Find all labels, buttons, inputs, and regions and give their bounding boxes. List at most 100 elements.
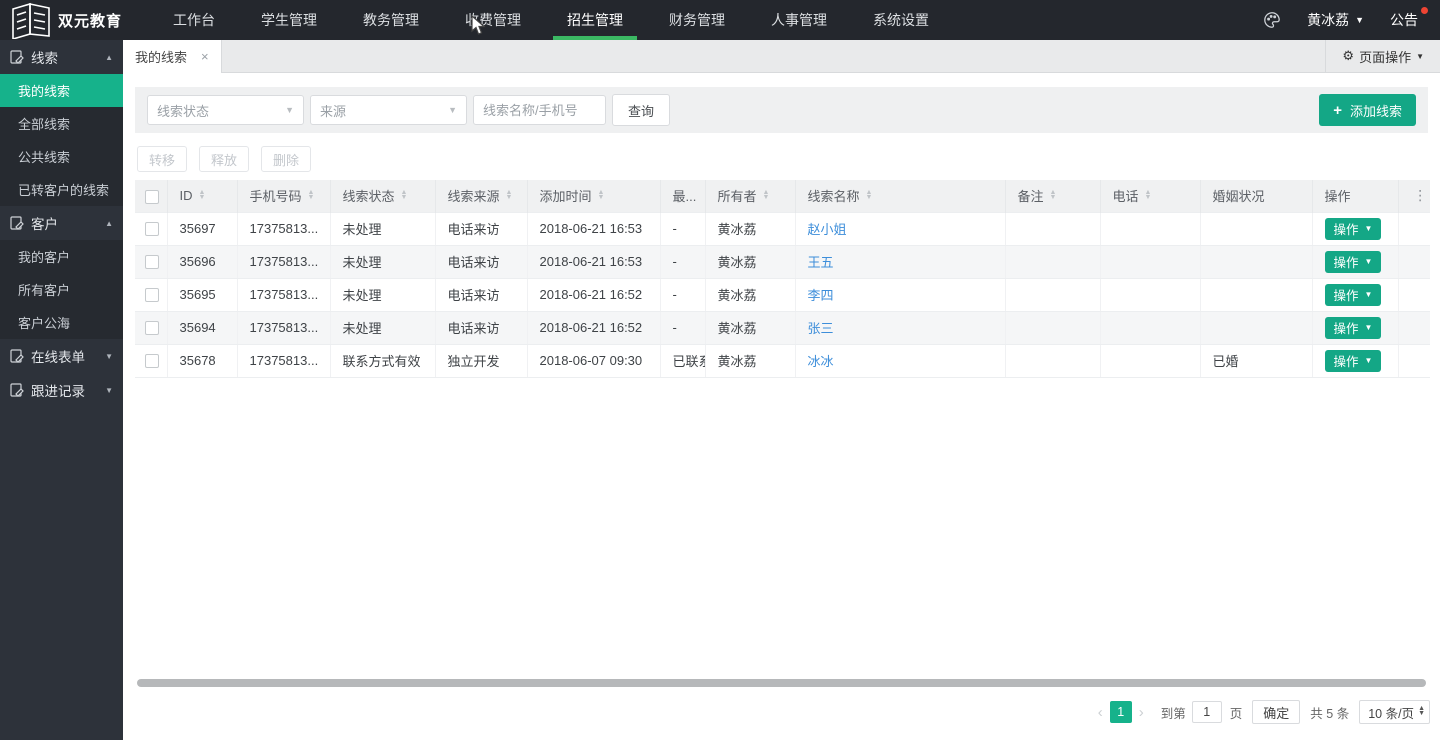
- nav-item-hr[interactable]: 人事管理: [757, 0, 841, 40]
- pagination: ‹ 1 › 到第 页 确定 共 5 条 10 条/页 ▲▼: [1091, 700, 1430, 724]
- table-row: 35678 17375813... 联系方式有效 独立开发 2018-06-07…: [135, 344, 1430, 377]
- col-added-time[interactable]: 添加时间: [540, 186, 592, 205]
- col-source[interactable]: 线索来源: [448, 186, 500, 205]
- search-button[interactable]: 查询: [612, 94, 670, 126]
- tab-bar: 我的线索 × ⚙ 页面操作 ▼: [123, 40, 1440, 73]
- page-number-button[interactable]: 1: [1110, 701, 1132, 723]
- nav-item-finance[interactable]: 财务管理: [655, 0, 739, 40]
- cell-remark: [1005, 344, 1100, 377]
- select-all-checkbox[interactable]: [145, 190, 159, 204]
- sidebar-item-my-customers[interactable]: 我的客户: [0, 240, 123, 273]
- release-button[interactable]: 释放: [199, 146, 249, 172]
- cell-id: 35695: [167, 278, 237, 311]
- form-icon: [10, 50, 24, 64]
- chevron-down-icon: ▼: [1365, 356, 1373, 365]
- row-action-button[interactable]: 操作▼: [1325, 317, 1382, 339]
- nav-item-workbench[interactable]: 工作台: [159, 0, 229, 40]
- cell-status: 未处理: [330, 212, 435, 245]
- row-checkbox[interactable]: [145, 222, 159, 236]
- nav-item-students[interactable]: 学生管理: [247, 0, 331, 40]
- col-id[interactable]: ID: [180, 188, 193, 203]
- page-operations-dropdown[interactable]: ⚙ 页面操作 ▼: [1325, 40, 1440, 72]
- cell-added: 2018-06-21 16:53: [527, 245, 660, 278]
- keyword-input[interactable]: [473, 95, 606, 125]
- sidebar-item-all-leads[interactable]: 全部线索: [0, 107, 123, 140]
- lead-status-select[interactable]: 线索状态 ▼: [147, 95, 304, 125]
- row-action-button[interactable]: 操作▼: [1325, 284, 1382, 306]
- cell-owner: 黄冰荔: [705, 278, 795, 311]
- row-action-button[interactable]: 操作▼: [1325, 251, 1382, 273]
- sidebar-group-leads[interactable]: 线索 ▲: [0, 40, 123, 74]
- spinner-icon: ▲▼: [1418, 707, 1425, 717]
- row-checkbox[interactable]: [145, 255, 159, 269]
- cell-last: -: [660, 245, 705, 278]
- sort-icon[interactable]: ▲▼: [763, 191, 770, 200]
- table-header-row: ID▲▼ 手机号码▲▼ 线索状态▲▼ 线索来源▲▼ 添加时间▲▼ 最... 所有…: [135, 180, 1430, 212]
- sort-icon[interactable]: ▲▼: [598, 191, 605, 200]
- lead-name-link[interactable]: 冰冰: [808, 354, 834, 369]
- sidebar-group-online-forms[interactable]: 在线表单 ▼: [0, 339, 123, 373]
- nav-item-fees[interactable]: 收费管理: [451, 0, 535, 40]
- chevron-down-icon: ▼: [1365, 257, 1373, 266]
- row-checkbox[interactable]: [145, 288, 159, 302]
- sort-icon[interactable]: ▲▼: [506, 191, 513, 200]
- cell-marital: [1200, 278, 1312, 311]
- prev-page-icon[interactable]: ‹: [1091, 704, 1110, 721]
- row-action-button[interactable]: 操作▼: [1325, 350, 1382, 372]
- sidebar-group-customers[interactable]: 客户 ▲: [0, 206, 123, 240]
- user-menu[interactable]: 黄冰荔 ▼: [1307, 10, 1364, 30]
- col-tel[interactable]: 电话: [1113, 186, 1139, 205]
- add-lead-button[interactable]: + 添加线索: [1319, 94, 1416, 126]
- theme-palette-icon[interactable]: [1261, 9, 1283, 31]
- close-icon[interactable]: ×: [201, 49, 209, 64]
- col-lead-name[interactable]: 线索名称: [808, 186, 860, 205]
- goto-page-input[interactable]: [1192, 701, 1222, 723]
- sidebar-item-customer-pool[interactable]: 客户公海: [0, 306, 123, 339]
- page-size-select[interactable]: 10 条/页 ▲▼: [1359, 700, 1430, 724]
- column-settings-icon[interactable]: ⋮: [1398, 180, 1430, 212]
- sort-icon[interactable]: ▲▼: [866, 191, 873, 200]
- sidebar-group-label: 客户: [31, 213, 58, 233]
- sidebar-item-public-leads[interactable]: 公共线索: [0, 140, 123, 173]
- col-remark[interactable]: 备注: [1018, 186, 1044, 205]
- bulk-action-bar: 转移 释放 删除: [137, 146, 1428, 172]
- confirm-button[interactable]: 确定: [1252, 700, 1300, 724]
- chevron-down-icon: ▼: [1365, 323, 1373, 332]
- lead-name-link[interactable]: 李四: [808, 288, 834, 303]
- transfer-button[interactable]: 转移: [137, 146, 187, 172]
- cell-marital: [1200, 311, 1312, 344]
- row-checkbox[interactable]: [145, 354, 159, 368]
- main-area: 我的线索 × ⚙ 页面操作 ▼ 线索状态 ▼ 来源 ▼ 查询 + 添加线索: [123, 40, 1440, 740]
- col-owner[interactable]: 所有者: [718, 186, 757, 205]
- sidebar-item-all-customers[interactable]: 所有客户: [0, 273, 123, 306]
- brand-name: 双元教育: [58, 10, 122, 31]
- sidebar-group-followup[interactable]: 跟进记录 ▼: [0, 373, 123, 407]
- announcement-button[interactable]: 公告: [1390, 10, 1426, 30]
- row-checkbox[interactable]: [145, 321, 159, 335]
- sort-icon[interactable]: ▲▼: [199, 191, 206, 200]
- col-status[interactable]: 线索状态: [343, 186, 395, 205]
- row-action-button[interactable]: 操作▼: [1325, 218, 1382, 240]
- sidebar-item-my-leads[interactable]: 我的线索: [0, 74, 123, 107]
- chevron-down-icon: ▼: [448, 105, 457, 115]
- lead-name-link[interactable]: 王五: [808, 255, 834, 270]
- sidebar-item-converted-leads[interactable]: 已转客户的线索: [0, 173, 123, 206]
- user-name: 黄冰荔: [1307, 10, 1349, 30]
- cell-added: 2018-06-21 16:52: [527, 311, 660, 344]
- delete-button[interactable]: 删除: [261, 146, 311, 172]
- sort-icon[interactable]: ▲▼: [1050, 191, 1057, 200]
- tab-my-leads[interactable]: 我的线索 ×: [123, 40, 222, 73]
- source-select[interactable]: 来源 ▼: [310, 95, 467, 125]
- nav-item-settings[interactable]: 系统设置: [859, 0, 943, 40]
- sort-icon[interactable]: ▲▼: [308, 191, 315, 200]
- sort-icon[interactable]: ▲▼: [401, 191, 408, 200]
- page-size-value: 10 条/页: [1368, 703, 1414, 722]
- sort-icon[interactable]: ▲▼: [1145, 191, 1152, 200]
- nav-item-academic[interactable]: 教务管理: [349, 0, 433, 40]
- horizontal-scrollbar[interactable]: [137, 679, 1426, 687]
- nav-item-admissions[interactable]: 招生管理: [553, 0, 637, 40]
- lead-name-link[interactable]: 张三: [808, 321, 834, 336]
- col-phone[interactable]: 手机号码: [250, 186, 302, 205]
- next-page-icon[interactable]: ›: [1132, 704, 1151, 721]
- lead-name-link[interactable]: 赵小姐: [808, 222, 847, 237]
